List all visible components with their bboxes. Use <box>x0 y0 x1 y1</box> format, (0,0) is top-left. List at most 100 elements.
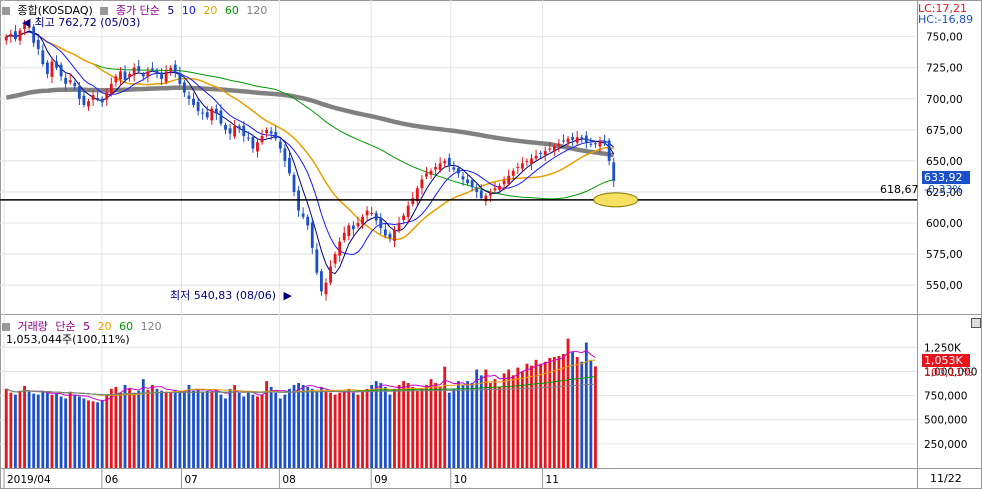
candle-body[interactable] <box>470 180 474 187</box>
candle-body[interactable] <box>548 148 552 150</box>
volume-bar[interactable] <box>516 367 520 468</box>
candle-body[interactable] <box>393 230 396 241</box>
candle-body[interactable] <box>55 61 58 68</box>
candle-body[interactable] <box>288 157 291 174</box>
volume-bar[interactable] <box>205 390 209 468</box>
candle-body[interactable] <box>164 71 168 82</box>
volume-bar[interactable] <box>242 396 246 468</box>
volume-bar[interactable] <box>14 394 17 468</box>
candle-body[interactable] <box>59 64 63 77</box>
candle-body[interactable] <box>429 170 433 175</box>
volume-bar[interactable] <box>27 391 31 468</box>
volume-bar[interactable] <box>557 356 561 468</box>
volume-bar[interactable] <box>543 361 547 468</box>
candle-body[interactable] <box>105 92 109 100</box>
candle-body[interactable] <box>182 82 186 93</box>
volume-bar[interactable] <box>402 381 406 468</box>
candle-body[interactable] <box>351 225 355 230</box>
candle-body[interactable] <box>278 141 282 149</box>
candle-body[interactable] <box>274 132 278 139</box>
volume-bar[interactable] <box>105 394 109 468</box>
volume-bar[interactable] <box>329 392 332 468</box>
candle-body[interactable] <box>461 176 465 180</box>
volume-bar[interactable] <box>320 386 323 468</box>
volume-bar[interactable] <box>155 388 159 468</box>
candle-body[interactable] <box>77 86 81 99</box>
candle-body[interactable] <box>41 50 45 64</box>
volume-bar[interactable] <box>169 392 173 468</box>
candle-body[interactable] <box>374 213 378 221</box>
volume-bar[interactable] <box>393 388 396 468</box>
volume-bar[interactable] <box>64 398 68 468</box>
candle-body[interactable] <box>109 83 113 95</box>
volume-bar[interactable] <box>566 338 570 468</box>
volume-bar[interactable] <box>100 400 104 468</box>
volume-bar[interactable] <box>374 381 378 468</box>
candle-body[interactable] <box>466 179 469 184</box>
volume-bar[interactable] <box>123 384 127 468</box>
ma-120[interactable]: 120 <box>246 4 267 17</box>
candle-body[interactable] <box>4 36 8 41</box>
candle-body[interactable] <box>201 112 205 114</box>
volume-bar[interactable] <box>187 384 191 468</box>
candle-body[interactable] <box>87 101 90 107</box>
volume-bar[interactable] <box>256 396 259 468</box>
volume-bar[interactable] <box>91 401 95 468</box>
volume-bar[interactable] <box>488 383 492 468</box>
candle-body[interactable] <box>347 225 351 236</box>
candle-body[interactable] <box>96 98 100 100</box>
candle-body[interactable] <box>45 62 49 74</box>
candle-body[interactable] <box>256 142 259 152</box>
volume-bar[interactable] <box>484 369 488 468</box>
volume-bar[interactable] <box>383 386 387 468</box>
candle-body[interactable] <box>64 77 68 84</box>
volume-bar[interactable] <box>493 379 497 468</box>
candle-body[interactable] <box>516 167 520 169</box>
volume-bar[interactable] <box>301 384 305 468</box>
volume-bar[interactable] <box>164 391 168 468</box>
volume-bar[interactable] <box>438 386 442 468</box>
candle-body[interactable] <box>187 95 191 99</box>
volume-bar[interactable] <box>589 359 593 468</box>
volume-bar[interactable] <box>525 363 529 468</box>
candle-body[interactable] <box>251 137 255 149</box>
candle-body[interactable] <box>370 213 374 215</box>
volume-bar[interactable] <box>160 390 163 468</box>
volume-bar[interactable] <box>356 394 360 468</box>
volume-bar[interactable] <box>342 390 346 468</box>
volume-bar[interactable] <box>388 394 392 468</box>
volume-bar[interactable] <box>68 391 72 468</box>
volume-bar[interactable] <box>196 388 200 468</box>
candle-body[interactable] <box>123 71 127 81</box>
candle-body[interactable] <box>306 216 310 226</box>
candle-body[interactable] <box>507 175 511 184</box>
candle-body[interactable] <box>219 110 223 124</box>
candle-body[interactable] <box>137 66 141 72</box>
volume-bar[interactable] <box>173 389 177 468</box>
volume-bar[interactable] <box>406 383 410 468</box>
candle-body[interactable] <box>361 216 364 225</box>
candle-body[interactable] <box>196 101 200 112</box>
candle-body[interactable] <box>224 125 227 130</box>
volume-bar[interactable] <box>498 386 501 468</box>
candle-body[interactable] <box>141 74 145 77</box>
volume-bar[interactable] <box>224 398 227 468</box>
volume-bar[interactable] <box>278 398 282 468</box>
volume-bar[interactable] <box>447 392 451 468</box>
candle-body[interactable] <box>210 108 214 121</box>
volume-bar[interactable] <box>351 392 355 468</box>
candle-body[interactable] <box>457 168 460 174</box>
volume-bar[interactable] <box>151 384 154 468</box>
candle-body[interactable] <box>447 157 451 166</box>
candle-body[interactable] <box>356 223 360 227</box>
volume-bar[interactable] <box>246 392 250 468</box>
volume-bar[interactable] <box>338 392 342 468</box>
candle-body[interactable] <box>265 129 269 134</box>
candle-body[interactable] <box>169 67 173 72</box>
candle-body[interactable] <box>434 167 438 170</box>
candle-body[interactable] <box>383 229 387 236</box>
volume-bar[interactable] <box>562 354 565 468</box>
volume-bar[interactable] <box>233 384 237 468</box>
candle-body[interactable] <box>552 145 556 152</box>
candle-body[interactable] <box>530 158 533 164</box>
